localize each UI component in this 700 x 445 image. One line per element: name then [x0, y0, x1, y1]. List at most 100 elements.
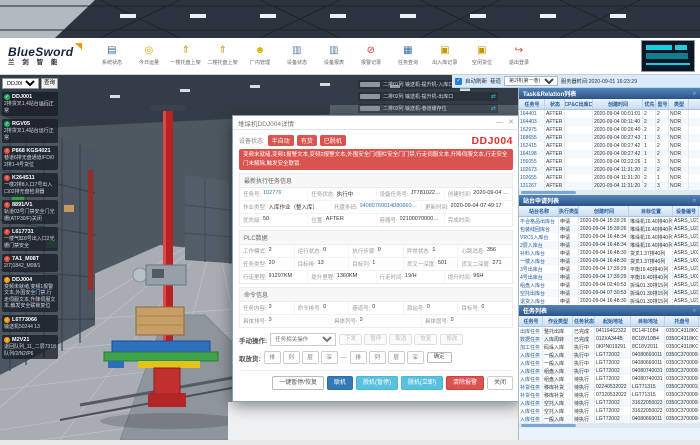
alarm-card[interactable]: !L6T73066输送机50244 13	[2, 315, 58, 333]
pallet-up-icon: ⇑	[219, 46, 227, 56]
table-row[interactable]: 162975AFTER2020-09-04 00:26:4022NOR	[519, 126, 700, 134]
alarm-card-header: !L617731	[4, 229, 56, 235]
alarm-card[interactable]: !K264S11一楼2排8入口7号出入口02排无盘检测器	[2, 173, 58, 197]
table-row[interactable]: 空托出库台申请2020-09-04 07:30:53拆垛01.30排15列ASR…	[519, 289, 700, 297]
table-cell: 2020-09-04 15:39:26	[579, 217, 629, 225]
pick-input[interactable]	[264, 351, 281, 364]
table-row[interactable]: 4号出库台申请2020-09-04 17:39:29平衡16.40排40列ASR…	[519, 273, 700, 281]
confirm-button[interactable]: 确定	[427, 352, 452, 364]
pick-input[interactable]	[407, 351, 424, 364]
alarm-card-header: !L6T73066	[4, 317, 56, 323]
toolbar-item-pallet-up-1f[interactable]: ⇑一楼托盘上架	[167, 46, 204, 66]
footer-button[interactable]: 关闭	[487, 376, 513, 390]
toolbar-item-system-status[interactable]: ▤系统状态	[93, 46, 130, 66]
toolbar-item-task-query[interactable]: ▦任务查询	[389, 46, 426, 66]
alarm-card[interactable]: !DDJ004变频未就绪,变频1报警文本,外围安全门禁,行走伺服文本,升降伺服文…	[2, 275, 58, 312]
table-row[interactable]: 一楼入库台申请2020-09-04 16:48:30货叉1.37排40列ASRS…	[519, 257, 700, 265]
table-row[interactable]: 入库任务组盘入库执行中LGT72002040807400310350C37000…	[519, 367, 700, 375]
alarm-card[interactable]: !7A1_M08T2/7)1842_M08/1	[2, 254, 58, 272]
table-caption: 站台申请列表○	[519, 195, 700, 206]
collapse-icon[interactable]: ○	[692, 308, 696, 314]
pick-input[interactable]	[388, 351, 405, 364]
table-row[interactable]: 3号出库台申请2020-09-04 17:39:29平衡16.40排40列ASR…	[519, 265, 700, 273]
horizontal-scrollbar[interactable]	[519, 190, 700, 195]
table-row[interactable]: 168655AFTER2020-09-04 00:27:4313NOR	[519, 134, 700, 142]
footer-button[interactable]: 脱机(立即)	[401, 376, 443, 390]
table-row[interactable]: 156055AFTER2020-09-04 02:22:2613NOR	[519, 158, 700, 166]
warehouse-minimap[interactable]	[641, 40, 695, 72]
toolbar-item-free-bin[interactable]: ▣空闲货位	[463, 46, 500, 66]
table-row[interactable]: 加工任务码垛入库执行中0KPN0192918C18V20110350C4318K…	[519, 343, 700, 351]
table-row[interactable]: 入库任务组盘入库待执行LGT72002040807400310350C37000…	[519, 375, 700, 383]
table-row[interactable]: 出库任务整托出库已完成041194623228C14F10B40350C4318…	[519, 327, 700, 335]
toolbar-item-pallet-up-2f[interactable]: ⇑二楼托盘上架	[204, 46, 241, 66]
scrollbar-thumb[interactable]	[521, 424, 576, 427]
field-row: 任务类型:20目标排:13目标列:1货叉一深度:501货叉二深度:271	[240, 257, 512, 270]
modify-button[interactable]: 修改	[440, 334, 463, 346]
table-row[interactable]: 入库任务一般入库待执行LGT72002040806600110350C37000…	[519, 415, 700, 423]
table-row[interactable]: 162415AFTER2020-09-04 00:27:4212NOR	[519, 142, 700, 150]
table-row[interactable]: 入库任务空托入库待执行LGT72002316220500230350C37000…	[519, 399, 700, 407]
footer-button[interactable]: 清除报警	[446, 376, 484, 390]
table-row[interactable]: 164403AFTER2020-09-04 00:11:4022NOR	[519, 118, 700, 126]
toolbar-item-alarm-record[interactable]: ⊘报警记录	[352, 46, 389, 66]
pick-input[interactable]	[283, 351, 300, 364]
device-select[interactable]: DDJ001	[2, 78, 39, 89]
auto-refresh-checkbox[interactable]: ✓	[455, 78, 462, 85]
table-row[interactable]: 入库任务空托入库待执行LGT72002316220500230350C37000…	[519, 407, 700, 415]
alarm-card[interactable]: ✓DDJ0012排货叉1,4站台运行正常	[2, 92, 58, 116]
toolbar-item-factory-manage[interactable]: ☻厂内管理	[241, 46, 278, 66]
toolbar-item-device-status[interactable]: ▥设备状态	[278, 46, 315, 66]
field-value[interactable]: 102776	[263, 190, 281, 198]
search-button[interactable]: 查询	[41, 78, 58, 89]
lane-select[interactable]: 第2排(第一巷)	[504, 76, 558, 86]
toolbar-item-today-volume[interactable]: ◎今日运量	[130, 46, 167, 66]
toolbar-item-logout[interactable]: ↪退出登录	[500, 46, 537, 66]
footer-button[interactable]: 脱机(暂停)	[356, 376, 398, 390]
toolbar-item-inout-record[interactable]: ▣出入库记录	[426, 46, 463, 66]
minimize-icon[interactable]: —	[496, 119, 503, 126]
footer-button[interactable]: 一键暂停/恢复	[272, 376, 324, 390]
table-row[interactable]: 组盘入库台申请2020-09-04 02:40:53拆垛01.30排15列ASR…	[519, 281, 700, 289]
field-value[interactable]: 04080760014080660011	[360, 203, 418, 211]
table-row[interactable]: 退货入库台申请2020-09-04 16:48:30拆垛01.30排15列ASR…	[519, 297, 700, 305]
alarm-card[interactable]: ✓RGV052排货叉1,4站台运行正常	[2, 119, 58, 143]
table-row[interactable]: 不合格品出库台申请2020-09-04 15:39:26堆垛机16.40排40列…	[519, 217, 700, 225]
table-row[interactable]: 164198AFTER2020-09-04 00:27:4212NOR	[519, 150, 700, 158]
manual-op-button[interactable]: 暂停	[364, 334, 387, 346]
alarm-card[interactable]: !8891/V1轨道03号门禁安全门光栅(ATP30/F)关闭	[2, 200, 58, 224]
manual-op-button[interactable]: 取消	[389, 334, 412, 346]
table-row[interactable]: 102655AFTER2020-09-04 11:31:2021NOR	[519, 174, 700, 182]
scrollbar-thumb[interactable]	[521, 191, 576, 194]
manual-op-button[interactable]: 下发	[339, 334, 362, 346]
collapse-icon[interactable]: ○	[692, 91, 696, 97]
table-row[interactable]: 入库任务一般入库执行中LGT72002040806600110350C37000…	[519, 359, 700, 367]
table-row[interactable]: 补货任务移库补货待执行07320532022LGT713150350C37000…	[519, 391, 700, 399]
table-row[interactable]: 入库任务一般入库执行中LGT72002040806600110350C37000…	[519, 351, 700, 359]
table-row[interactable]: 102673AFTER2020-09-04 11:31:2022NOR	[519, 166, 700, 174]
pick-input[interactable]	[321, 351, 338, 364]
manual-op-button[interactable]: 恢复	[414, 334, 437, 346]
horizontal-scrollbar[interactable]	[519, 423, 700, 428]
toolbar-item-device-report[interactable]: ▥设备报表	[315, 46, 352, 66]
table-cell: AFTER	[545, 110, 565, 118]
alarm-card[interactable]: !M2V21退回队列_11_二层7318队列/2/N2/P6	[2, 335, 58, 359]
alarm-card[interactable]: !P868 KGS4021巷道6排无盘通道/FD/02排1-4号货位	[2, 146, 58, 170]
alarm-card[interactable]: !L617731一楼气缸8号出入口2光栅门禁安全	[2, 227, 58, 251]
task-operation-select[interactable]: 任务相关操作	[270, 333, 336, 346]
table-row[interactable]: 包装线回库台申请2020-09-04 15:39:26堆垛机16.40排40列A…	[519, 225, 700, 233]
table-row[interactable]: 补料入库台申请2020-09-04 16:48:30货叉1.37排40列ASRS…	[519, 249, 700, 257]
table-cell: 156055	[519, 158, 545, 166]
table-row[interactable]: 121267AFTER2020-09-04 11:31:2023NOR	[519, 182, 700, 190]
footer-button[interactable]: 联机	[327, 376, 353, 390]
table-row[interactable]: VRC5入库台申请2020-09-04 16:48:34堆垛机16.40排40列…	[519, 233, 700, 241]
table-row[interactable]: 164401AFTER2020-09-04 00:01:0122NOR	[519, 110, 700, 118]
pick-input[interactable]	[302, 351, 319, 364]
pick-input[interactable]	[369, 351, 386, 364]
table-row[interactable]: 数据任务入库周转已完成012XA344B8C18V10B40350C4318KO…	[519, 335, 700, 343]
table-row[interactable]: 补货任务移库补货待执行02240532022LGT713150350C37000…	[519, 383, 700, 391]
close-icon[interactable]: ✕	[508, 119, 514, 126]
pick-input[interactable]	[350, 351, 367, 364]
collapse-icon[interactable]: ○	[692, 198, 696, 204]
table-row[interactable]: 2层入库台申请2020-09-04 16:48:34堆垛机16.40排40列AS…	[519, 241, 700, 249]
